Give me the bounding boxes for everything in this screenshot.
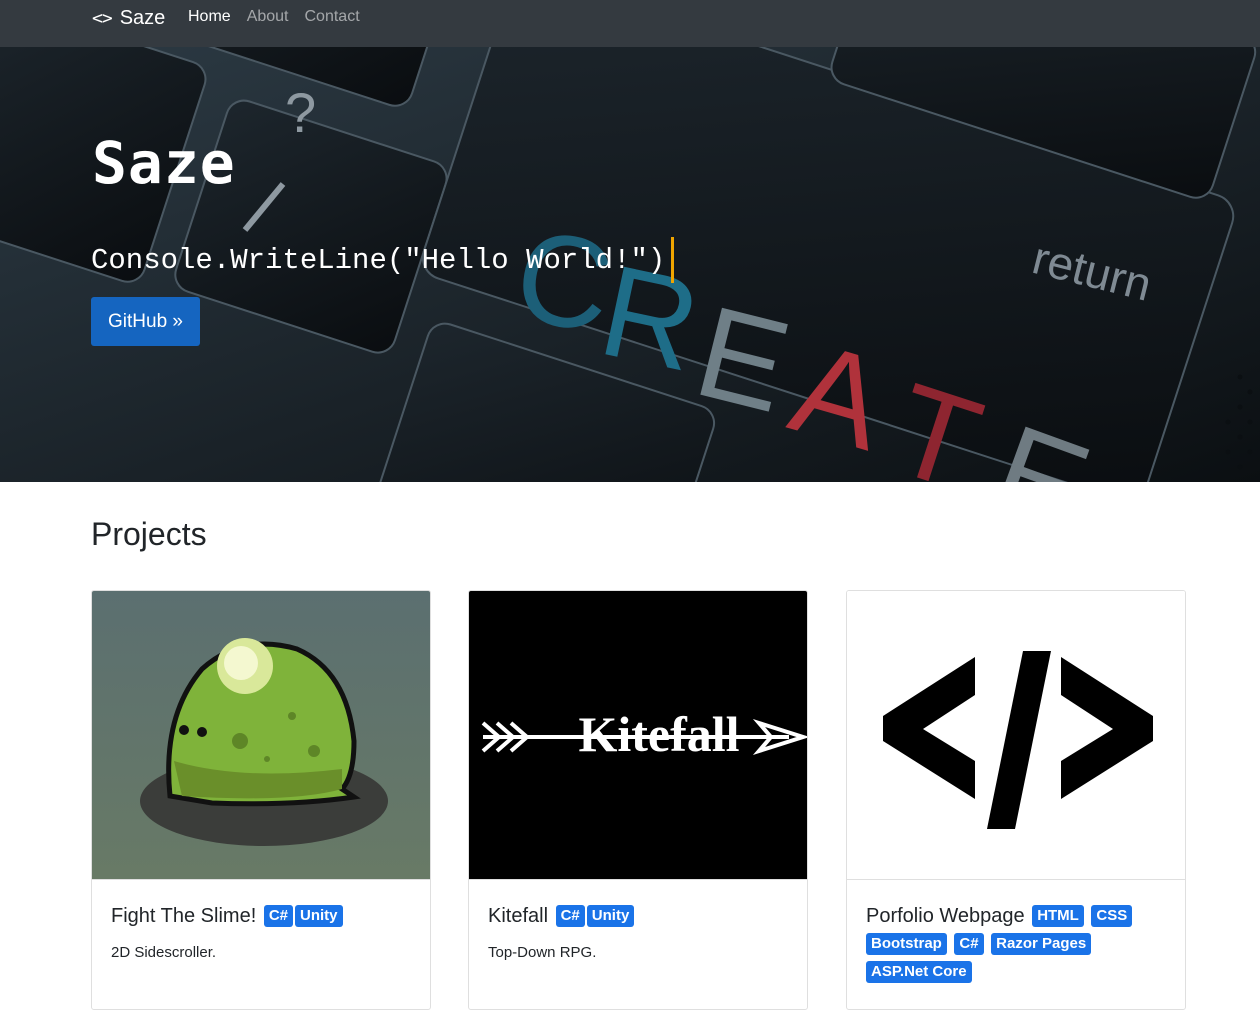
card-title-row: Porfolio Webpage HTML CSS Bootstrap C# R… bbox=[866, 902, 1167, 986]
badge-aspnet-core: ASP.Net Core bbox=[866, 961, 972, 983]
hero-banner: return ? C R E A T E Saze Console.WriteL… bbox=[0, 47, 1260, 482]
card-title-row: Kitefall C# Unity bbox=[488, 902, 789, 930]
card-title: Porfolio Webpage bbox=[866, 905, 1025, 927]
card-description: Top-Down RPG. bbox=[488, 944, 597, 961]
badge-razor-pages: Razor Pages bbox=[991, 933, 1092, 955]
hero-title: Saze bbox=[92, 129, 236, 197]
card-description: 2D Sidescroller. bbox=[111, 944, 217, 961]
card-title-row: Fight The Slime! C# Unity bbox=[111, 902, 412, 930]
kitefall-logo-image: Kitefall bbox=[469, 591, 807, 880]
nav-links: Home About Contact bbox=[188, 8, 360, 26]
badge-csharp: C# bbox=[555, 905, 585, 927]
brand-link[interactable]: <> Saze bbox=[92, 6, 165, 30]
code-brackets-logo-image bbox=[847, 591, 1185, 880]
navbar: <> Saze Home About Contact bbox=[0, 0, 1260, 47]
hero-code-line: Console.WriteLine("Hello World!") bbox=[91, 237, 675, 283]
typed-code-text: Console.WriteLine("Hello World!") bbox=[91, 243, 666, 277]
slime-image bbox=[92, 591, 430, 880]
project-card-portfolio[interactable]: Porfolio Webpage HTML CSS Bootstrap C# R… bbox=[846, 590, 1186, 1010]
nav-about[interactable]: About bbox=[247, 8, 289, 26]
badge-css: CSS bbox=[1091, 905, 1133, 927]
code-brackets-icon: <> bbox=[92, 7, 113, 29]
badge-bootstrap: Bootstrap bbox=[866, 933, 947, 955]
badge-unity: Unity bbox=[295, 905, 343, 927]
card-title: Fight The Slime! bbox=[111, 905, 257, 927]
badge-csharp: C# bbox=[954, 933, 984, 955]
nav-contact[interactable]: Contact bbox=[305, 8, 360, 26]
badge-html: HTML bbox=[1032, 905, 1084, 927]
badge-csharp: C# bbox=[263, 905, 293, 927]
github-button[interactable]: GitHub » bbox=[91, 297, 200, 346]
card-title: Kitefall bbox=[488, 905, 549, 927]
project-card-fight-the-slime[interactable]: Fight The Slime! C# Unity 2D Sidescroller… bbox=[91, 590, 431, 1010]
kitefall-logo-text: Kitefall bbox=[578, 706, 739, 762]
brand-name: Saze bbox=[119, 6, 166, 29]
badge-unity: Unity bbox=[586, 905, 635, 927]
project-card-kitefall[interactable]: Kitefall Kitefall C# Unity Top-Down RPG. bbox=[468, 590, 808, 1010]
projects-heading: Projects bbox=[91, 516, 207, 552]
svg-text:?: ? bbox=[285, 81, 316, 144]
nav-home[interactable]: Home bbox=[188, 8, 231, 26]
typing-caret bbox=[671, 237, 675, 283]
